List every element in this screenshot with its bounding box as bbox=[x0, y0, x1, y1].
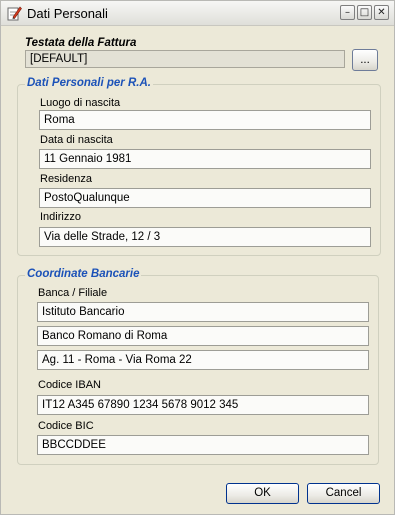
bic-field[interactable]: BBCCDDEE bbox=[37, 435, 369, 455]
maximize-button[interactable]: □ bbox=[357, 5, 372, 20]
iban-label: Codice IBAN bbox=[38, 379, 101, 391]
close-icon: ✕ bbox=[377, 7, 386, 18]
bank-name-field[interactable]: Istituto Bancario bbox=[37, 302, 369, 322]
invoice-header-label: Testata della Fattura bbox=[25, 37, 137, 49]
birthdate-label: Data di nascita bbox=[40, 134, 113, 146]
cancel-button[interactable]: Cancel bbox=[307, 483, 380, 504]
bank-branch-label: Banca / Filiale bbox=[38, 287, 108, 299]
ok-button[interactable]: OK bbox=[226, 483, 299, 504]
browse-invoice-header-button[interactable]: ... bbox=[352, 49, 378, 71]
bank-branch-field[interactable]: Banco Romano di Roma bbox=[37, 326, 369, 346]
minimize-button[interactable]: – bbox=[340, 5, 355, 20]
address-label: Indirizzo bbox=[40, 211, 81, 223]
address-field[interactable]: Via delle Strade, 12 / 3 bbox=[39, 227, 371, 247]
close-button[interactable]: ✕ bbox=[374, 5, 389, 20]
personal-data-legend: Dati Personali per R.A. bbox=[25, 77, 153, 89]
bic-label: Codice BIC bbox=[38, 420, 94, 432]
residence-label: Residenza bbox=[40, 173, 92, 185]
invoice-header-field[interactable]: [DEFAULT] bbox=[25, 50, 345, 68]
birthplace-field[interactable]: Roma bbox=[39, 110, 371, 130]
iban-field[interactable]: IT12 A345 67890 1234 5678 9012 345 bbox=[37, 395, 369, 415]
dialog-window: Dati Personali – □ ✕ Testata della Fattu… bbox=[0, 0, 395, 515]
birthplace-label: Luogo di nascita bbox=[40, 97, 121, 109]
minimize-icon: – bbox=[345, 7, 350, 18]
window-title: Dati Personali bbox=[27, 6, 108, 21]
bank-address-field[interactable]: Ag. 11 - Roma - Via Roma 22 bbox=[37, 350, 369, 370]
maximize-icon: □ bbox=[359, 7, 370, 18]
pencil-note-icon bbox=[7, 6, 22, 21]
residence-field[interactable]: PostoQualunque bbox=[39, 188, 371, 208]
birthdate-field[interactable]: 11 Gennaio 1981 bbox=[39, 149, 371, 169]
title-bar[interactable]: Dati Personali – □ ✕ bbox=[1, 1, 394, 26]
dialog-body: Testata della Fattura [DEFAULT] ... Dati… bbox=[1, 26, 394, 514]
bank-details-legend: Coordinate Bancarie bbox=[25, 268, 142, 280]
